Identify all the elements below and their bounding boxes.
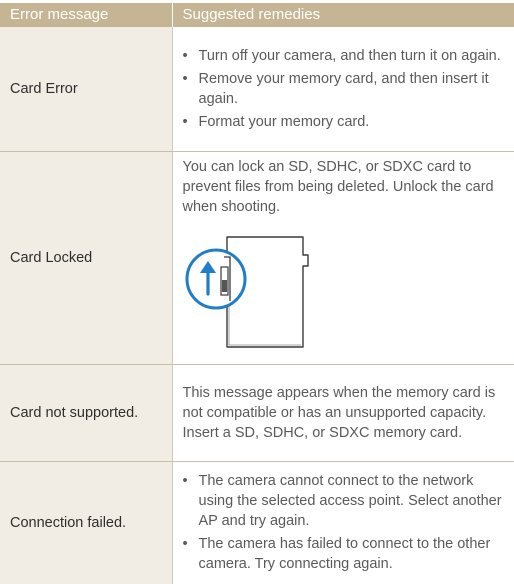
error-name-connection-failed: Connection failed. — [0, 462, 172, 584]
remedy-cell: The camera cannot connect to the network… — [172, 462, 514, 584]
remedy-item: Format your memory card. — [183, 112, 505, 132]
remedy-list: Turn off your camera, and then turn it o… — [183, 46, 505, 132]
remedy-cell: You can lock an SD, SDHC, or SDXC card t… — [172, 152, 514, 365]
remedy-list: The camera cannot connect to the network… — [183, 471, 505, 574]
error-name-card-not-supported: Card not supported. — [0, 365, 172, 462]
remedy-item: The camera cannot connect to the network… — [183, 471, 505, 531]
header-suggested-remedies: Suggested remedies — [172, 3, 514, 27]
remedy-item: Turn off your camera, and then turn it o… — [183, 46, 505, 66]
error-name-card-error: Card Error — [0, 27, 172, 152]
sd-card-lock-icon — [185, 231, 335, 353]
remedy-cell: This message appears when the memory car… — [172, 365, 514, 462]
remedy-text: You can lock an SD, SDHC, or SDXC card t… — [183, 157, 505, 217]
table-row: Card Locked You can lock an SD, SDHC, or… — [0, 152, 514, 365]
remedy-item: Remove your memory card, and then insert… — [183, 69, 505, 109]
troubleshooting-page: Error message Suggested remedies Card Er… — [0, 0, 514, 569]
sd-card-lock-illustration — [185, 231, 335, 353]
table-row: Card not supported. This message appears… — [0, 365, 514, 462]
table-header-row: Error message Suggested remedies — [0, 3, 514, 27]
troubleshooting-table: Error message Suggested remedies Card Er… — [0, 3, 514, 584]
remedy-cell: Turn off your camera, and then turn it o… — [172, 27, 514, 152]
table-row: Card Error Turn off your camera, and the… — [0, 27, 514, 152]
remedy-text: This message appears when the memory car… — [183, 383, 505, 443]
error-name-card-locked: Card Locked — [0, 152, 172, 365]
header-error-message: Error message — [0, 3, 172, 27]
remedy-item: The camera has failed to connect to the … — [183, 534, 505, 574]
table-row: Connection failed. The camera cannot con… — [0, 462, 514, 584]
